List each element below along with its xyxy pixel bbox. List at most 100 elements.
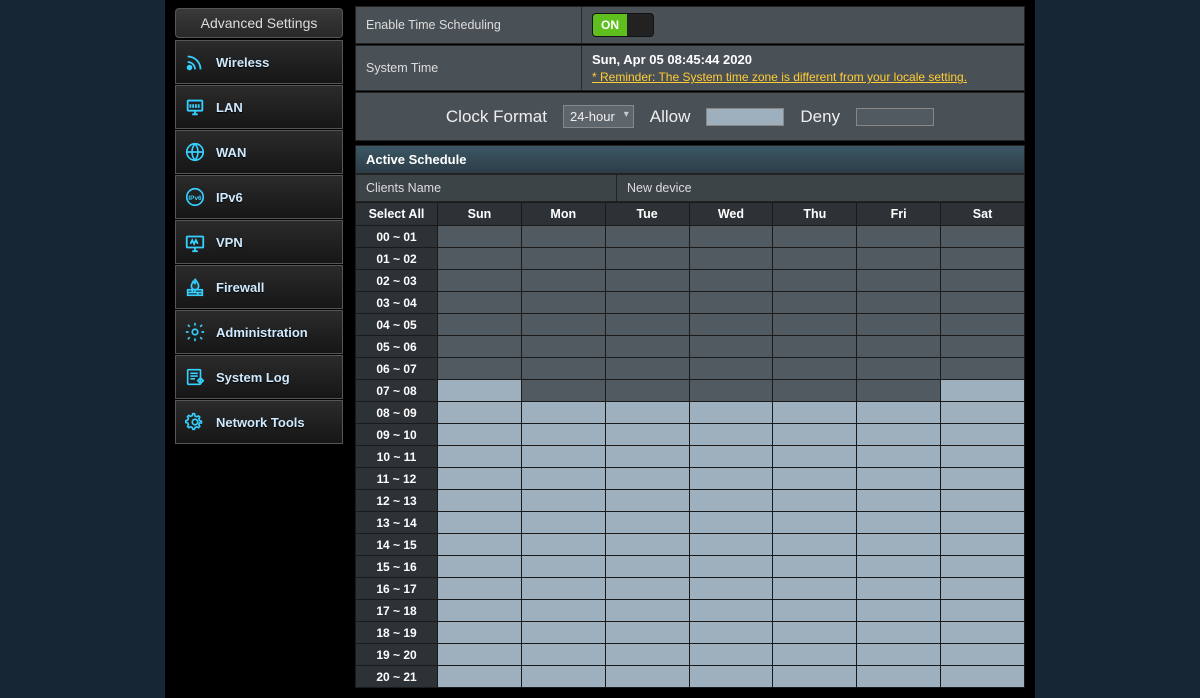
schedule-cell[interactable]	[438, 490, 522, 512]
schedule-cell[interactable]	[941, 402, 1025, 424]
schedule-cell[interactable]	[521, 468, 605, 490]
schedule-cell[interactable]	[438, 600, 522, 622]
schedule-cell[interactable]	[941, 622, 1025, 644]
schedule-cell[interactable]	[605, 556, 689, 578]
schedule-cell[interactable]	[857, 358, 941, 380]
schedule-cell[interactable]	[773, 248, 857, 270]
time-slot-label[interactable]: 14 ~ 15	[356, 534, 438, 556]
time-slot-label[interactable]: 01 ~ 02	[356, 248, 438, 270]
schedule-cell[interactable]	[689, 292, 773, 314]
schedule-cell[interactable]	[438, 512, 522, 534]
schedule-cell[interactable]	[689, 490, 773, 512]
schedule-cell[interactable]	[857, 402, 941, 424]
time-slot-label[interactable]: 08 ~ 09	[356, 402, 438, 424]
schedule-cell[interactable]	[689, 424, 773, 446]
schedule-cell[interactable]	[605, 644, 689, 666]
schedule-cell[interactable]	[941, 644, 1025, 666]
schedule-cell[interactable]	[605, 402, 689, 424]
schedule-cell[interactable]	[857, 644, 941, 666]
select-all-header[interactable]: Select All	[356, 203, 438, 226]
schedule-cell[interactable]	[689, 622, 773, 644]
clock-format-select[interactable]: 24-hour	[563, 105, 634, 128]
schedule-cell[interactable]	[521, 490, 605, 512]
day-header-mon[interactable]: Mon	[521, 203, 605, 226]
day-header-sat[interactable]: Sat	[941, 203, 1025, 226]
schedule-cell[interactable]	[857, 314, 941, 336]
schedule-cell[interactable]	[773, 380, 857, 402]
schedule-cell[interactable]	[941, 336, 1025, 358]
time-slot-label[interactable]: 18 ~ 19	[356, 622, 438, 644]
schedule-cell[interactable]	[438, 666, 522, 688]
schedule-cell[interactable]	[773, 446, 857, 468]
sidebar-item-lan[interactable]: LAN	[175, 85, 343, 129]
schedule-cell[interactable]	[438, 424, 522, 446]
schedule-cell[interactable]	[773, 490, 857, 512]
schedule-cell[interactable]	[941, 270, 1025, 292]
schedule-cell[interactable]	[941, 600, 1025, 622]
schedule-cell[interactable]	[521, 644, 605, 666]
time-slot-label[interactable]: 13 ~ 14	[356, 512, 438, 534]
schedule-cell[interactable]	[941, 292, 1025, 314]
day-header-wed[interactable]: Wed	[689, 203, 773, 226]
schedule-cell[interactable]	[773, 666, 857, 688]
system-time-reminder-link[interactable]: * Reminder: The System time zone is diff…	[592, 70, 967, 84]
schedule-cell[interactable]	[857, 556, 941, 578]
schedule-cell[interactable]	[773, 336, 857, 358]
schedule-cell[interactable]	[521, 314, 605, 336]
schedule-cell[interactable]	[941, 248, 1025, 270]
schedule-cell[interactable]	[857, 666, 941, 688]
time-slot-label[interactable]: 02 ~ 03	[356, 270, 438, 292]
day-header-sun[interactable]: Sun	[438, 203, 522, 226]
schedule-cell[interactable]	[605, 622, 689, 644]
schedule-cell[interactable]	[689, 226, 773, 248]
schedule-cell[interactable]	[605, 248, 689, 270]
schedule-cell[interactable]	[438, 226, 522, 248]
time-slot-label[interactable]: 04 ~ 05	[356, 314, 438, 336]
schedule-cell[interactable]	[689, 578, 773, 600]
schedule-cell[interactable]	[438, 446, 522, 468]
schedule-cell[interactable]	[689, 512, 773, 534]
schedule-cell[interactable]	[773, 600, 857, 622]
day-header-fri[interactable]: Fri	[857, 203, 941, 226]
schedule-cell[interactable]	[438, 336, 522, 358]
time-slot-label[interactable]: 10 ~ 11	[356, 446, 438, 468]
schedule-cell[interactable]	[521, 446, 605, 468]
schedule-cell[interactable]	[605, 292, 689, 314]
schedule-cell[interactable]	[857, 622, 941, 644]
schedule-cell[interactable]	[773, 226, 857, 248]
schedule-cell[interactable]	[773, 468, 857, 490]
schedule-cell[interactable]	[689, 248, 773, 270]
time-slot-label[interactable]: 20 ~ 21	[356, 666, 438, 688]
schedule-cell[interactable]	[857, 226, 941, 248]
schedule-cell[interactable]	[521, 424, 605, 446]
sidebar-item-firewall[interactable]: Firewall	[175, 265, 343, 309]
time-slot-label[interactable]: 19 ~ 20	[356, 644, 438, 666]
schedule-cell[interactable]	[857, 490, 941, 512]
schedule-cell[interactable]	[521, 600, 605, 622]
schedule-cell[interactable]	[941, 512, 1025, 534]
schedule-cell[interactable]	[773, 556, 857, 578]
schedule-cell[interactable]	[605, 600, 689, 622]
schedule-cell[interactable]	[689, 644, 773, 666]
sidebar-item-admin[interactable]: Administration	[175, 310, 343, 354]
schedule-cell[interactable]	[941, 226, 1025, 248]
schedule-cell[interactable]	[941, 534, 1025, 556]
schedule-cell[interactable]	[857, 600, 941, 622]
schedule-cell[interactable]	[438, 270, 522, 292]
schedule-cell[interactable]	[941, 666, 1025, 688]
schedule-cell[interactable]	[605, 380, 689, 402]
schedule-cell[interactable]	[857, 512, 941, 534]
schedule-cell[interactable]	[605, 446, 689, 468]
schedule-cell[interactable]	[773, 402, 857, 424]
schedule-cell[interactable]	[941, 358, 1025, 380]
schedule-cell[interactable]	[438, 622, 522, 644]
sidebar-item-wireless[interactable]: Wireless	[175, 40, 343, 84]
time-slot-label[interactable]: 15 ~ 16	[356, 556, 438, 578]
schedule-cell[interactable]	[521, 226, 605, 248]
schedule-cell[interactable]	[857, 534, 941, 556]
schedule-cell[interactable]	[689, 666, 773, 688]
time-slot-label[interactable]: 03 ~ 04	[356, 292, 438, 314]
schedule-cell[interactable]	[438, 534, 522, 556]
schedule-cell[interactable]	[857, 270, 941, 292]
schedule-cell[interactable]	[941, 446, 1025, 468]
